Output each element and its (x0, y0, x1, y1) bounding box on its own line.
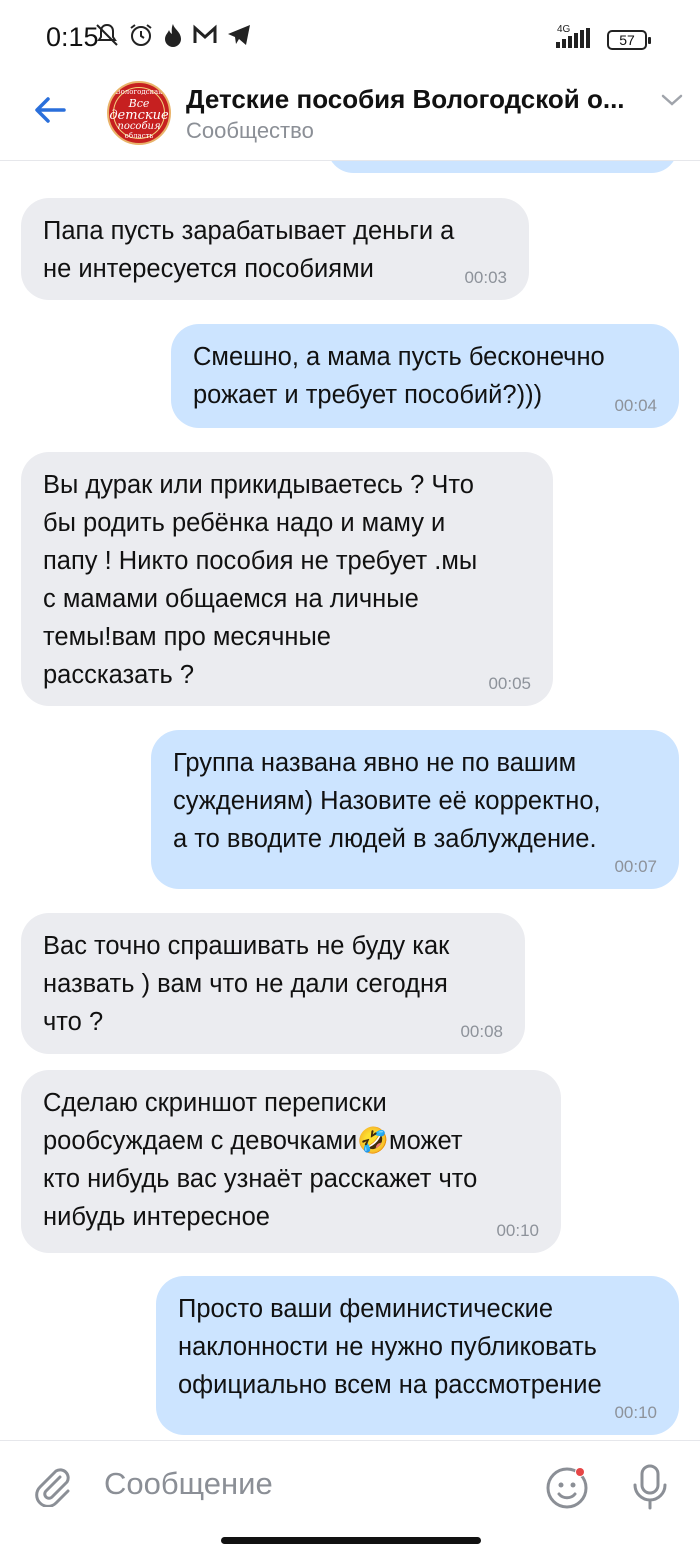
status-bar: 0:15 4G 57 (0, 0, 700, 78)
message-bubble-outgoing[interactable]: Группа названа явно не по вашим суждения… (151, 730, 679, 889)
status-notification-icons (94, 22, 252, 48)
message-time: 00:07 (614, 857, 657, 876)
mail-icon (193, 24, 217, 43)
message-time: 00:04 (614, 396, 657, 415)
message-bubble-outgoing[interactable]: Смешно, а мама пусть бесконечно рожает и… (171, 324, 679, 428)
fire-icon (165, 24, 181, 47)
alarm-icon (130, 24, 152, 46)
back-arrow-icon[interactable] (30, 90, 70, 130)
message-input[interactable] (98, 1459, 530, 1509)
mute-icon (96, 23, 118, 46)
message-time: 00:05 (488, 674, 531, 693)
message-text: Просто ваши феминистические наклонности … (178, 1295, 602, 1399)
message-bubble-incoming[interactable]: Вас точно спрашивать не буду как назвать… (21, 913, 525, 1054)
message-time: 00:03 (464, 268, 507, 287)
emoji-sticker-icon[interactable] (544, 1463, 592, 1511)
message-bubble-incoming[interactable]: Папа пусть зарабатывает деньги а не инте… (21, 198, 529, 300)
message-bubble-incoming[interactable]: Вы дурак или прикидываетесь ? Что бы род… (21, 452, 553, 706)
message-list[interactable]: Папа пусть зарабатывает деньги а не инте… (0, 160, 700, 1440)
status-time: 0:15 (46, 22, 99, 52)
community-avatar[interactable]: Вологодская Все детские пособия область (107, 81, 171, 145)
message-bubble-incoming[interactable]: Сделаю скриншот переписки pообсуждаем с … (21, 1070, 561, 1253)
chevron-down-icon[interactable] (660, 90, 684, 110)
home-indicator[interactable] (221, 1537, 481, 1544)
battery-indicator: 57 (607, 30, 651, 50)
message-time: 00:08 (460, 1022, 503, 1041)
message-time: 00:10 (614, 1403, 657, 1422)
telegram-icon (228, 25, 250, 45)
message-text: Сделаю скриншот переписки pообсуждаем с … (43, 1089, 478, 1231)
message-text: Группа названа явно не по вашим суждения… (173, 749, 601, 853)
community-title[interactable]: Детские пособия Вологодской о... (186, 84, 646, 115)
message-bubble-outgoing[interactable]: Просто ваши феминистические наклонности … (156, 1276, 679, 1435)
message-text: Смешно, а мама пусть бесконечно рожает и… (193, 343, 605, 409)
message-text: Вы дурак или прикидываетесь ? Что бы род… (43, 471, 478, 689)
microphone-icon[interactable] (630, 1463, 670, 1511)
message-bubble-outgoing-partial[interactable] (327, 160, 678, 173)
message-time: 00:10 (496, 1221, 539, 1240)
signal-icon (556, 28, 590, 48)
community-subtitle: Сообщество (186, 118, 314, 143)
message-text: Папа пусть зарабатывает деньги а не инте… (43, 217, 455, 283)
paperclip-icon[interactable] (30, 1463, 74, 1507)
message-text: Вас точно спрашивать не буду как назвать… (43, 932, 450, 1036)
chat-header: Вологодская Все детские пособия область … (0, 78, 700, 161)
